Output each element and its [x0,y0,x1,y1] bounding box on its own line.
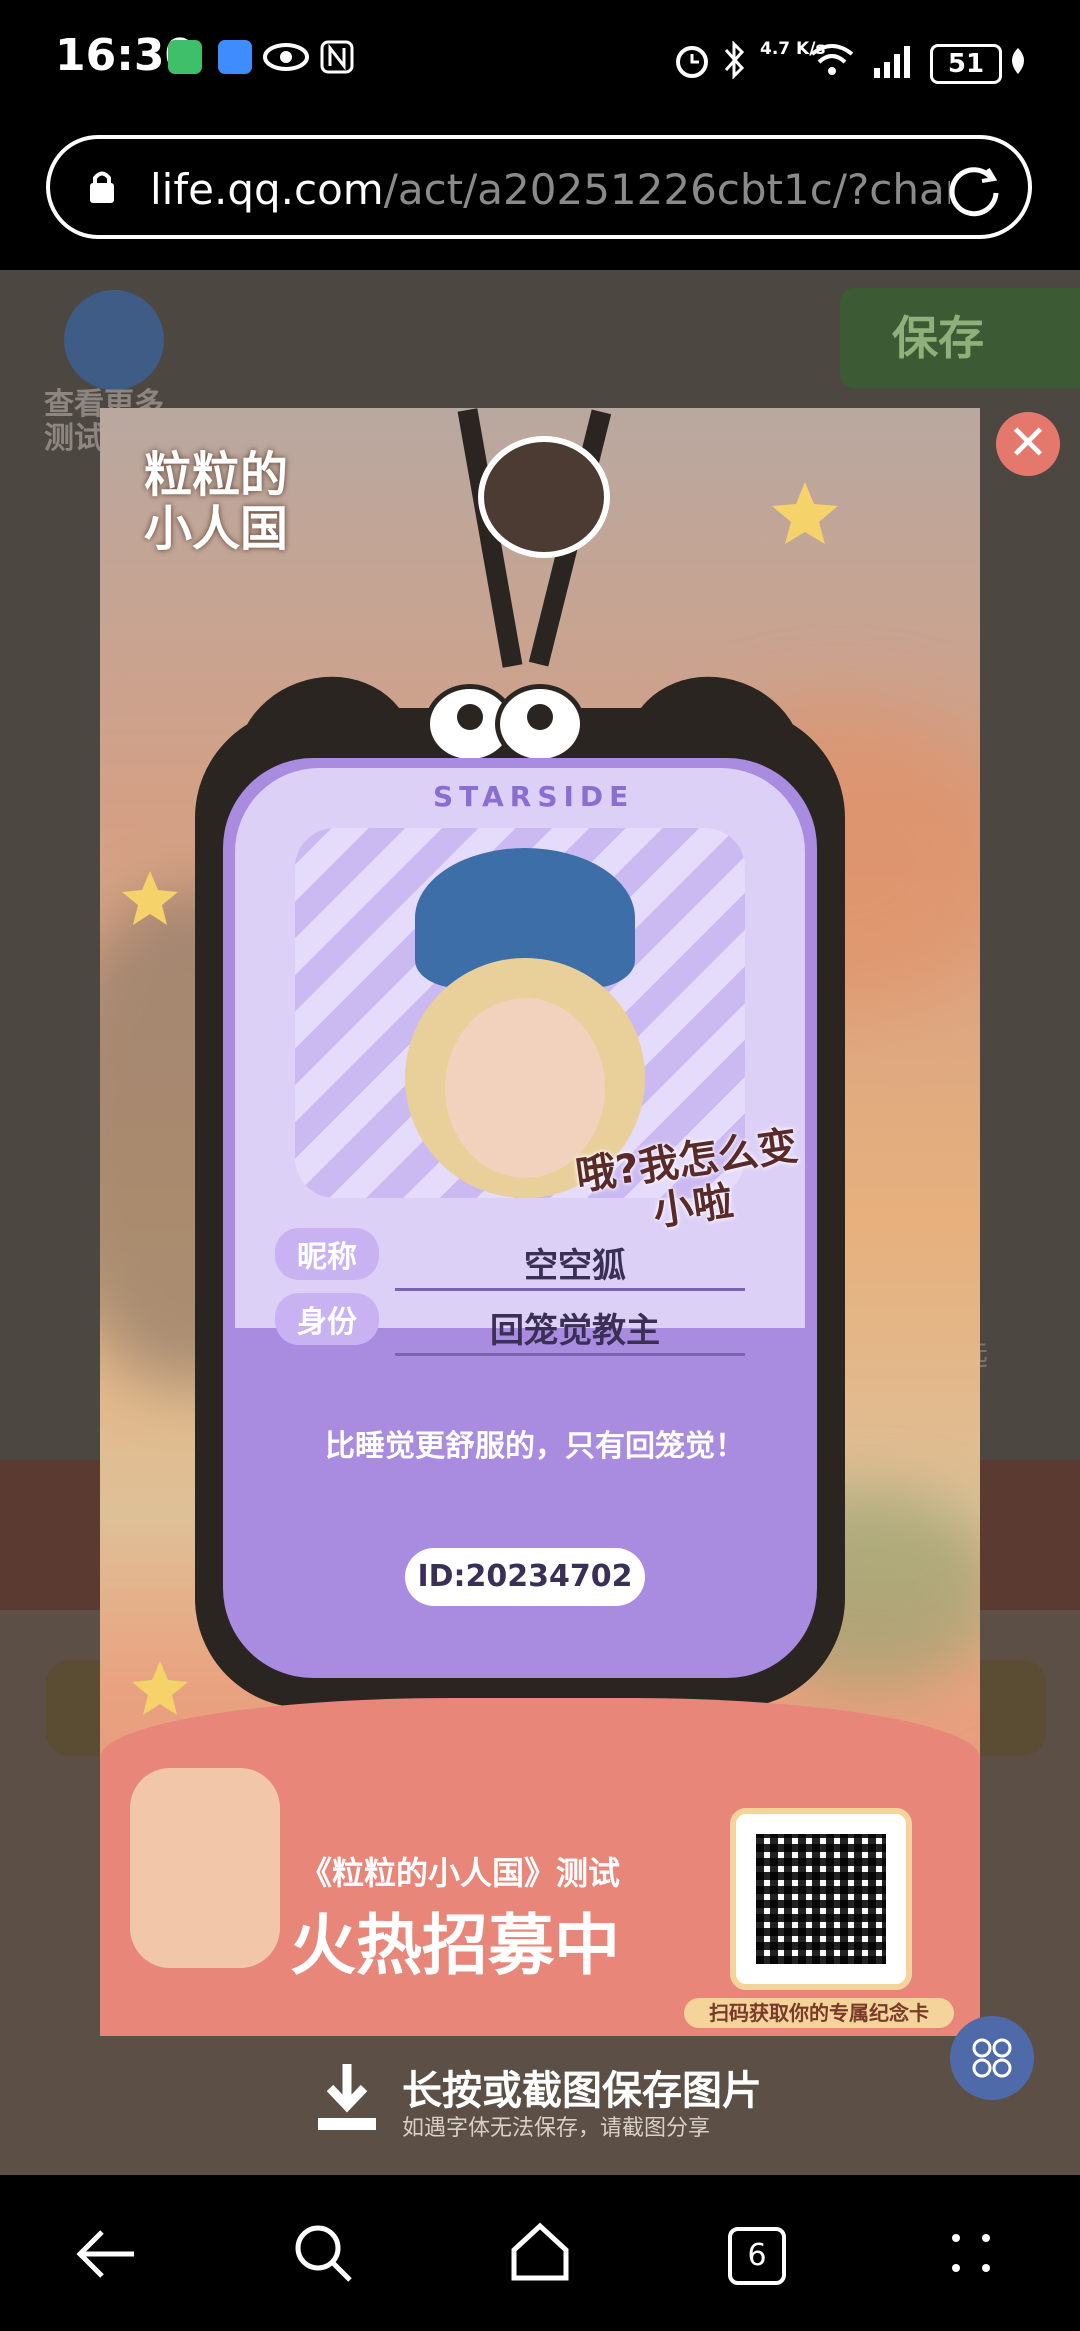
star-icon [772,482,838,544]
status-bar: 16:30 4.7 K/s 51 [0,0,1080,125]
lock-icon [90,171,114,203]
qr-caption: 扫码获取你的专属纪念卡 [684,1998,954,2028]
view-more-icon[interactable] [64,290,164,390]
alarm-icon [676,46,708,78]
reload-icon[interactable] [946,163,1002,219]
eye-icon [263,43,309,71]
grid-icon [972,2038,1012,2078]
menu-icon[interactable] [946,2228,996,2278]
identity-value: 回笼觉教主 [490,1311,660,1351]
message-icon [218,40,252,74]
result-poster[interactable]: 粒粒的小人国 STARSIDE 哦?我怎么变小啦 昵称 空空狐 身份 回笼觉教主… [100,408,980,2036]
home-icon[interactable] [508,2220,572,2284]
close-icon: ✕ [1007,415,1049,471]
qr-code[interactable] [730,1808,912,1990]
recruit-main: 火热招募中 [290,1907,620,1984]
player-id: ID:20234702 [405,1548,645,1606]
save-hint-sub: 如遇字体无法保存，请截图分享 [402,2116,711,2141]
slogan-text: 比睡觉更舒服的，只有回笼觉！ [325,1429,745,1464]
floating-menu-button[interactable] [950,2016,1034,2100]
brand-label: STARSIDE [433,780,635,813]
cat-sticker [478,436,610,558]
game-logo: 粒粒的小人国 [144,447,289,557]
url-text: life.qq.com/act/a20251226cbt1c/?char [150,165,950,214]
nickname-value: 空空狐 [524,1246,626,1286]
url-field[interactable]: life.qq.com/act/a20251226cbt1c/?char [46,135,1032,239]
download-icon [318,2064,376,2130]
leaf-icon [1012,48,1024,74]
id-badge: STARSIDE 哦?我怎么变小啦 昵称 空空狐 身份 回笼觉教主 比睡觉更舒服… [195,652,845,1708]
signal-icon [874,46,910,78]
wifi-icon [810,44,854,75]
bluetooth-icon [724,40,745,80]
tabs-button[interactable]: 6 [728,2227,786,2285]
nfc-icon [320,40,354,74]
star-icon [122,871,178,925]
close-button[interactable]: ✕ [996,412,1060,476]
back-icon[interactable] [74,2226,138,2282]
hourglass-icon [168,40,202,74]
save-button-bg[interactable]: 保存 [840,288,1080,388]
battery-indicator: 51 [930,44,1002,84]
star-icon [132,1661,188,1715]
mascot-illustration [130,1768,280,1968]
nickname-label: 昵称 [275,1228,379,1280]
identity-label: 身份 [275,1293,379,1345]
recruit-title: 《粒粒的小人国》测试 [300,1854,621,1892]
search-icon[interactable] [292,2222,356,2286]
url-path: /act/a20251226cbt1c/?char [383,165,950,214]
url-domain: life.qq.com [150,165,384,214]
save-hint-main: 长按或截图保存图片 [402,2068,762,2114]
